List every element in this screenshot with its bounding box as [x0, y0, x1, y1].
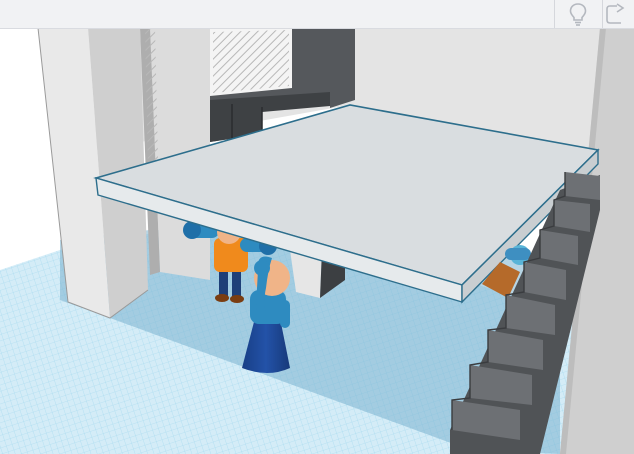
share-icon — [606, 3, 625, 24]
figure-shoe — [230, 295, 244, 303]
share-button[interactable] — [603, 0, 634, 28]
figure-shoe — [215, 294, 229, 302]
stair-step — [565, 172, 600, 200]
figure-arm — [505, 248, 531, 260]
lightbulb-icon — [569, 3, 587, 26]
top-toolbar — [0, 0, 634, 29]
figure-leg — [219, 268, 228, 298]
figure-leg — [232, 268, 241, 298]
figure-hair-bun — [254, 260, 270, 276]
3d-viewport[interactable] — [0, 28, 634, 454]
app-window — [0, 0, 634, 454]
window-glass — [213, 30, 289, 93]
scene-canvas[interactable] — [0, 28, 634, 454]
tips-button[interactable] — [555, 0, 601, 28]
figure-arm — [280, 300, 290, 328]
